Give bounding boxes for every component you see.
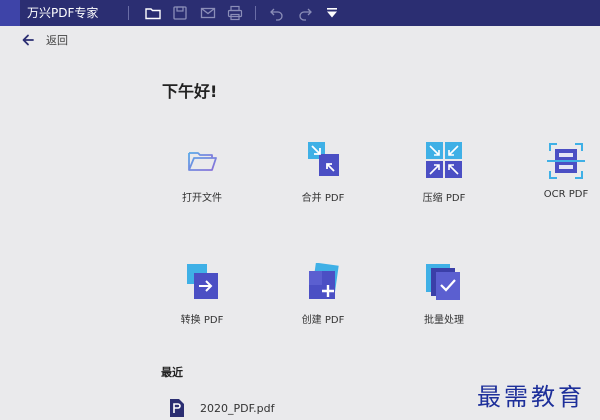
convert-icon [187, 264, 218, 299]
compress-icon [426, 142, 462, 178]
recent-file-name: 2020_PDF.pdf [200, 401, 275, 415]
tool-batch-process[interactable]: 批量处理 [399, 263, 489, 326]
batch-icon [426, 264, 460, 300]
dropdown-icon[interactable] [323, 4, 341, 22]
tool-merge-pdf[interactable]: 合并 PDF [278, 141, 368, 204]
toolbar-divider [128, 6, 129, 20]
app-logo [0, 0, 20, 26]
watermark-text: 最需教育 [477, 383, 585, 411]
mail-icon[interactable] [199, 4, 217, 22]
tool-label: 批量处理 [424, 315, 464, 326]
redo-icon[interactable] [296, 4, 314, 22]
back-label: 返回 [46, 34, 68, 47]
save-icon[interactable] [171, 4, 189, 22]
undo-icon[interactable] [268, 4, 286, 22]
tool-ocr-pdf[interactable]: OCR PDF [521, 141, 600, 200]
tool-open-file[interactable]: 打开文件 [157, 141, 247, 204]
tool-label: OCR PDF [543, 189, 589, 200]
merge-icon [308, 142, 339, 176]
back-button[interactable]: 返回 [20, 32, 68, 48]
title-bar: 万兴PDF专家 [0, 0, 600, 26]
app-title: 万兴PDF专家 [27, 6, 99, 20]
tool-label: 合并 PDF [301, 193, 345, 204]
tool-label: 转换 PDF [180, 315, 224, 326]
tool-create-pdf[interactable]: 创建 PDF [278, 263, 368, 326]
toolbar-divider [255, 6, 256, 20]
pdf-file-icon [170, 399, 184, 417]
tool-label: 打开文件 [182, 193, 222, 204]
recent-file-item[interactable]: 2020_PDF.pdf [170, 399, 275, 417]
tool-compress-pdf[interactable]: 压缩 PDF [399, 141, 489, 204]
tool-label: 创建 PDF [301, 315, 345, 326]
arrow-left-icon [22, 34, 34, 46]
recent-heading: 最近 [161, 366, 183, 379]
tool-label: 压缩 PDF [422, 193, 466, 204]
print-icon[interactable] [226, 4, 244, 22]
create-icon [309, 263, 339, 299]
folder-icon[interactable] [144, 4, 162, 22]
greeting-heading: 下午好! [162, 82, 218, 101]
tool-convert-pdf[interactable]: 转换 PDF [157, 263, 247, 326]
open-folder-icon [188, 152, 217, 171]
ocr-icon [547, 143, 585, 179]
